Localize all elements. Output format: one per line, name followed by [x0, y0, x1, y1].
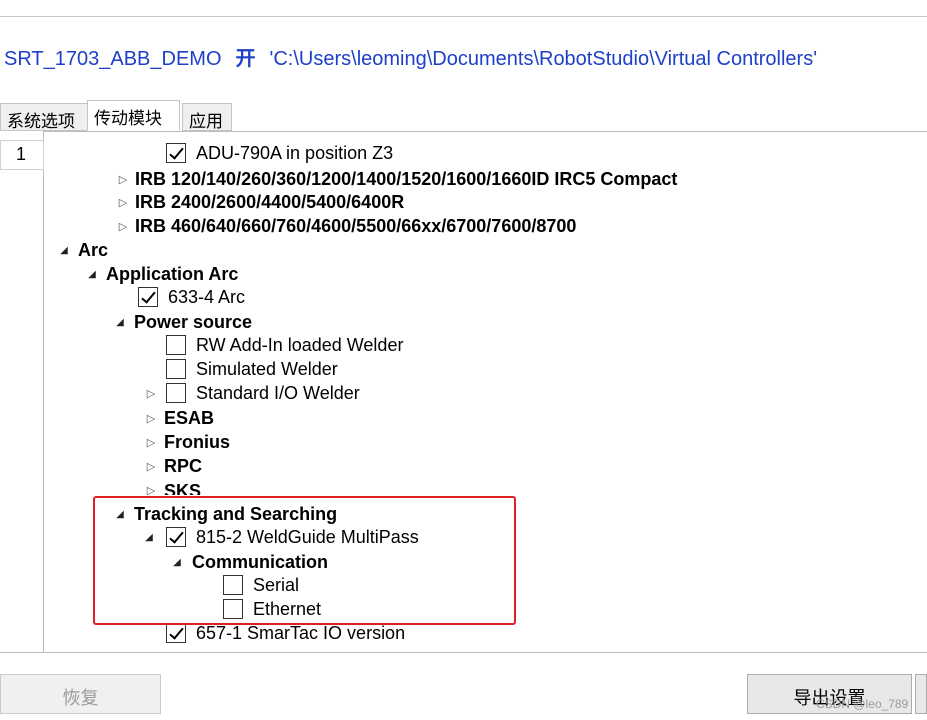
tree-item-label: SKS — [164, 481, 202, 495]
collapse-arrow-icon[interactable]: ◢ — [112, 317, 128, 328]
tree-item-adu-790a[interactable]: ADU-790A in position Z3 — [166, 141, 393, 165]
tree-item-label: Serial — [253, 575, 300, 595]
tree-item-label: IRB 2400/2600/4400/5400/6400R — [135, 192, 405, 212]
expand-arrow-icon[interactable]: ▷ — [143, 479, 159, 495]
collapse-arrow-icon[interactable]: ◢ — [84, 269, 100, 280]
tree-item-657-1-smartac[interactable]: 657-1 SmarTac IO version — [166, 621, 405, 645]
expand-arrow-icon[interactable]: ▷ — [115, 196, 131, 209]
tree-item-fronius[interactable]: ▷ Fronius — [143, 430, 230, 454]
tree-item-label: IRB 460/640/660/760/4600/5500/66xx/6700/… — [135, 216, 577, 236]
controller-name: SRT_1703_ABB_DEMO — [4, 48, 222, 70]
tree-item-irb-compact[interactable]: ▷ IRB 120/140/260/360/1200/1400/1520/160… — [115, 167, 678, 191]
expand-arrow-icon[interactable]: ▷ — [143, 460, 159, 473]
controller-path: 'C:\Users\leoming\Documents\RobotStudio\… — [269, 48, 818, 70]
expand-arrow-icon[interactable]: ▷ — [115, 220, 131, 233]
controller-info: SRT_1703_ABB_DEMO 开 'C:\Users\leoming\Docu… — [4, 42, 817, 71]
tree-item-power-source[interactable]: ◢ Power source — [112, 310, 252, 334]
expand-arrow-icon[interactable]: ▷ — [143, 387, 159, 400]
tree-item-irb-2400[interactable]: ▷ IRB 2400/2600/4400/5400/6400R — [115, 190, 404, 214]
tab-drive-modules[interactable]: 传动模块 — [87, 100, 180, 131]
checkbox[interactable] — [166, 359, 186, 379]
collapse-arrow-icon[interactable]: ◢ — [56, 245, 72, 256]
tree-item-rpc[interactable]: ▷ RPC — [143, 454, 202, 478]
tab-applications[interactable]: 应用 — [182, 103, 232, 131]
tree-item-label: Fronius — [164, 432, 230, 452]
tree-item-irb-460[interactable]: ▷ IRB 460/640/660/760/4600/5500/66xx/670… — [115, 214, 577, 238]
tree-item-label: Simulated Welder — [196, 359, 338, 379]
tab-system-options[interactable]: 系统选项 — [0, 103, 88, 131]
tree-item-ethernet[interactable]: Ethernet — [223, 597, 321, 621]
checkbox[interactable] — [166, 335, 186, 355]
checkbox[interactable] — [166, 527, 186, 547]
tree-item-label: Application Arc — [106, 264, 239, 284]
tree-item-label: ADU-790A in position Z3 — [196, 143, 394, 163]
tree-item-815-2-weldguide[interactable]: ◢ 815-2 WeldGuide MultiPass — [141, 525, 419, 549]
controller-status: 开 — [235, 48, 256, 70]
tree-item-label: Standard I/O Welder — [196, 383, 360, 403]
tree-item-rw-addin-welder[interactable]: RW Add-In loaded Welder — [166, 333, 403, 357]
collapse-arrow-icon[interactable]: ◢ — [141, 532, 157, 543]
checkbox[interactable] — [166, 143, 186, 163]
tree-item-standard-io-welder[interactable]: ▷ Standard I/O Welder — [143, 381, 360, 405]
tree-item-label: Tracking and Searching — [134, 504, 338, 524]
checkbox[interactable] — [223, 599, 243, 619]
tree-item-arc[interactable]: ◢ Arc — [56, 238, 108, 262]
checkbox[interactable] — [223, 575, 243, 595]
tree-item-tracking-searching[interactable]: ◢ Tracking and Searching — [112, 502, 337, 526]
tree-item-serial[interactable]: Serial — [223, 573, 299, 597]
tree-item-label: RPC — [164, 456, 203, 476]
tree-item-simulated-welder[interactable]: Simulated Welder — [166, 357, 338, 381]
tree-item-label: RW Add-In loaded Welder — [196, 335, 404, 355]
tree-item-label: Ethernet — [253, 599, 322, 619]
watermark: CSDN @leo_789 — [816, 697, 909, 711]
tree-item-label: 633-4 Arc — [168, 287, 246, 307]
tree-item-communication[interactable]: ◢ Communication — [169, 550, 328, 574]
tree-item-sks[interactable]: ▷ SKS — [143, 479, 201, 495]
top-divider — [0, 16, 927, 17]
panel-bottom-border — [0, 652, 927, 653]
tree-item-label: ESAB — [164, 408, 215, 428]
tree-item-633-4-arc[interactable]: 633-4 Arc — [138, 285, 245, 309]
row-number: 1 — [0, 140, 44, 170]
tree-item-label: Arc — [78, 240, 109, 260]
tree-item-label: Power source — [134, 312, 253, 332]
expand-arrow-icon[interactable]: ▷ — [115, 173, 131, 186]
expand-arrow-icon[interactable]: ▷ — [143, 436, 159, 449]
tree-item-application-arc[interactable]: ◢ Application Arc — [84, 262, 238, 286]
restore-button[interactable]: 恢复 — [0, 674, 161, 714]
tree-item-label: IRB 120/140/260/360/1200/1400/1520/1600/… — [135, 169, 678, 189]
next-button-edge[interactable] — [915, 674, 927, 714]
checkbox[interactable] — [166, 623, 186, 643]
tree-item-esab[interactable]: ▷ ESAB — [143, 406, 214, 430]
expand-arrow-icon[interactable]: ▷ — [143, 412, 159, 425]
checkbox[interactable] — [138, 287, 158, 307]
tree-item-label: 815-2 WeldGuide MultiPass — [196, 527, 419, 547]
tree-item-label: Communication — [192, 552, 329, 572]
tree-item-label: 657-1 SmarTac IO version — [196, 623, 406, 643]
collapse-arrow-icon[interactable]: ◢ — [112, 509, 128, 520]
collapse-arrow-icon[interactable]: ◢ — [169, 557, 185, 568]
checkbox[interactable] — [166, 383, 186, 403]
